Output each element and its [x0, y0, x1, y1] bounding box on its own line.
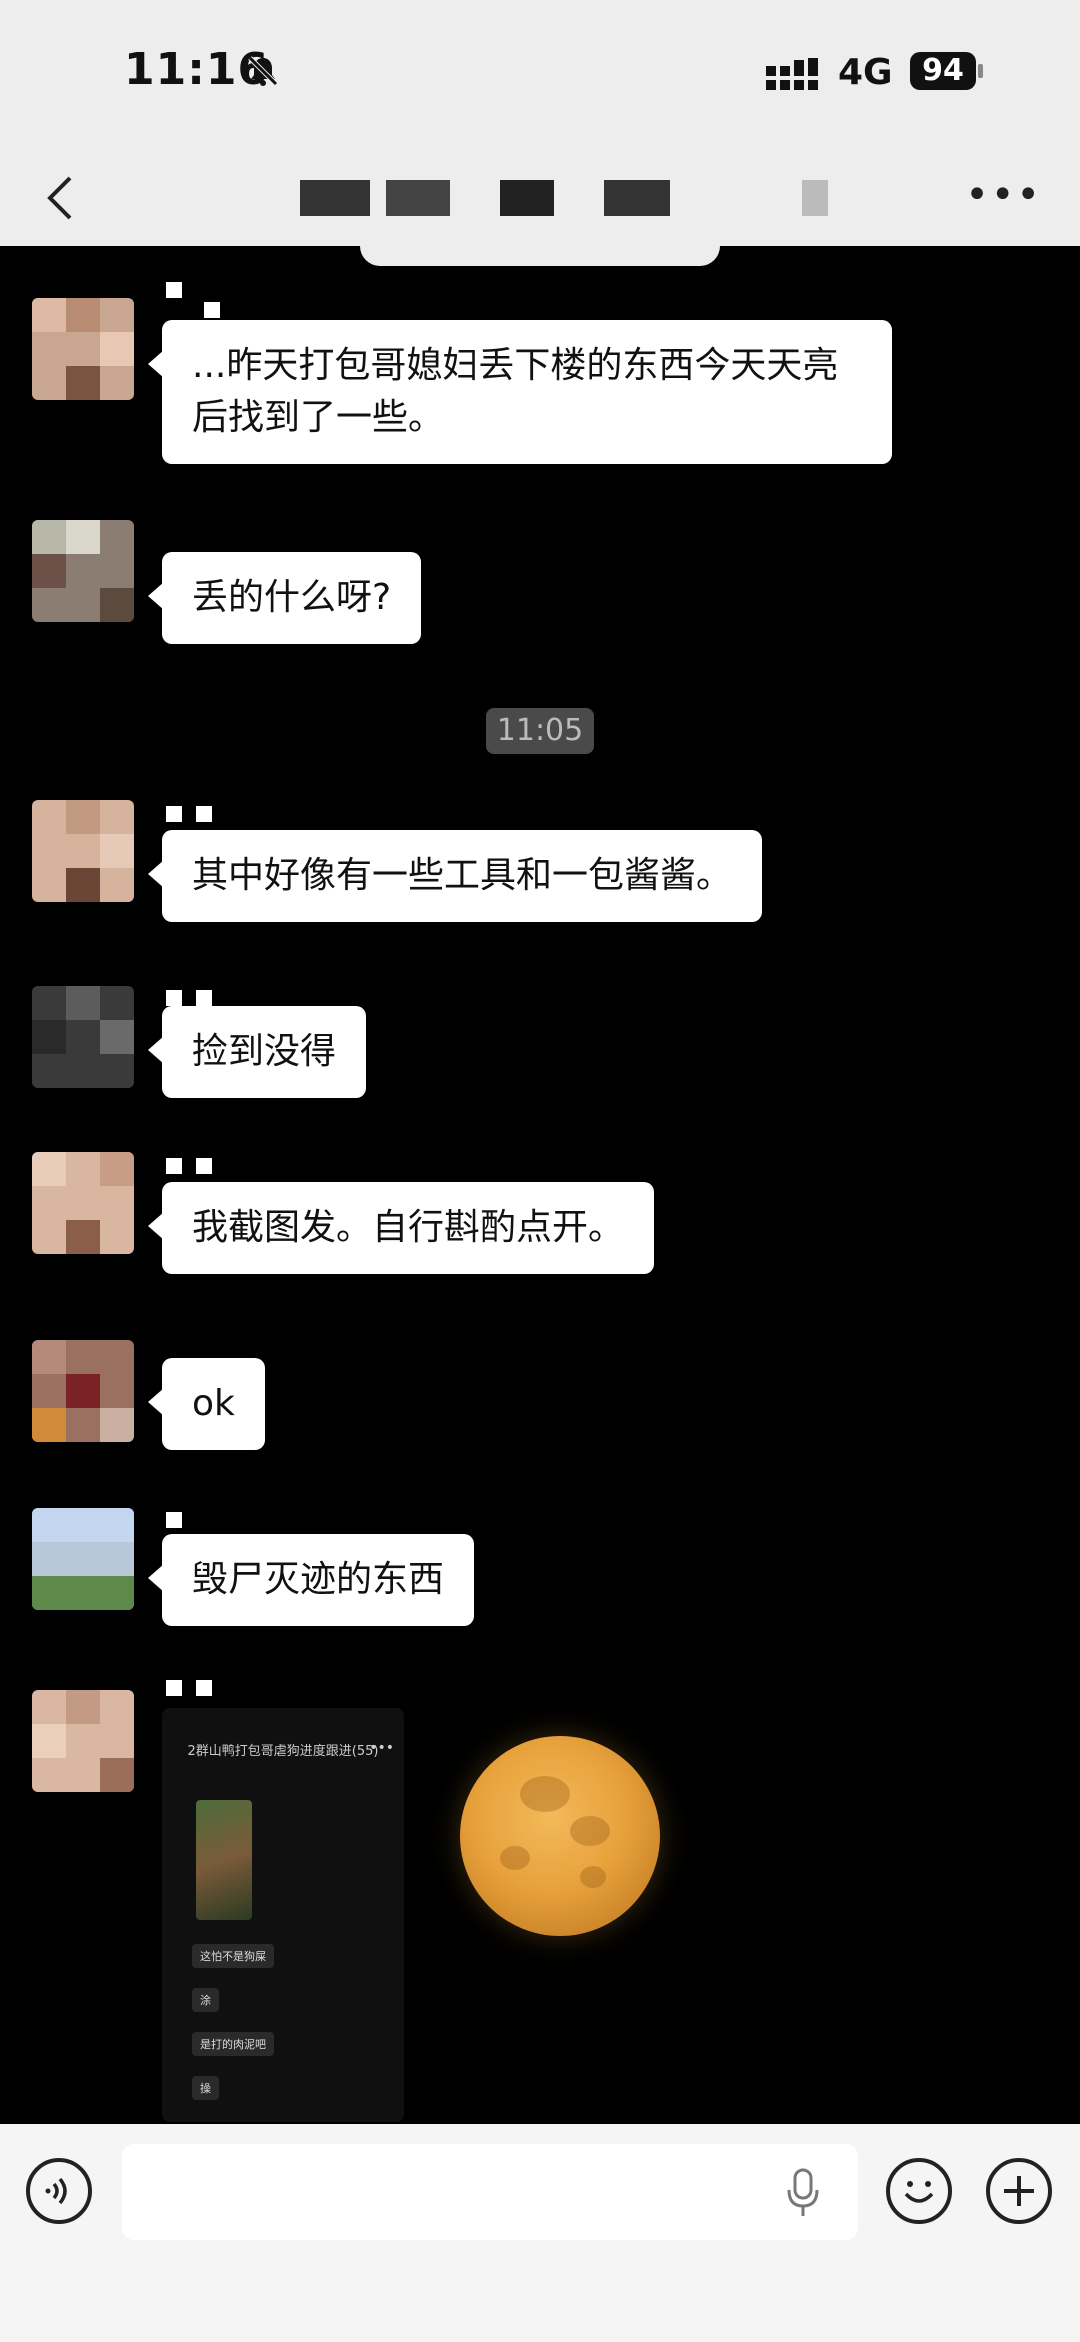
chat-title-redacted: [500, 180, 554, 216]
message-bubble[interactable]: 我截图发。自行斟酌点开。: [147, 1182, 655, 1274]
image-text-line: 操: [192, 2076, 219, 2100]
message-bubble[interactable]: 其中好像有一些工具和一包酱酱。: [147, 830, 763, 922]
more-icon[interactable]: •••: [965, 172, 1042, 218]
sender-nickname-redacted: [166, 990, 226, 1006]
avatar[interactable]: [32, 1152, 134, 1254]
battery-level: 94: [910, 52, 976, 90]
voice-icon[interactable]: [26, 2158, 92, 2224]
message-bubble[interactable]: ...昨天打包哥媳妇丢下楼的东西今天天亮后找到了一些。: [148, 320, 892, 464]
avatar[interactable]: [32, 520, 134, 622]
image-header-text: 2群山鸭打包哥虐狗进度跟进(55): [187, 1744, 379, 1759]
avatar[interactable]: [32, 298, 134, 400]
image-text-line: 这怕不是狗屎: [192, 1944, 274, 1968]
message-bubble[interactable]: 丢的什么呀?: [147, 552, 422, 644]
more-icon: •••: [369, 1740, 394, 1756]
status-bar: 11:16 4G 94: [0, 0, 1080, 150]
sender-nickname-redacted: [166, 1680, 226, 1696]
image-text-line: 是打的肉泥吧: [192, 2032, 274, 2056]
input-bar: [0, 2124, 1080, 2342]
message-timestamp: 11:05: [486, 708, 594, 754]
image-text-line: 涂: [192, 1988, 219, 2012]
chat-title-redacted: [604, 180, 670, 216]
chat-title-redacted: [386, 180, 450, 216]
battery-tip: [978, 64, 983, 78]
header-notch: [360, 246, 720, 266]
sender-nickname-redacted: [166, 1158, 226, 1174]
message-bubble[interactable]: ok: [148, 1358, 265, 1450]
image-message[interactable]: 2群山鸭打包哥虐狗进度跟进(55) ••• 这怕不是狗屎 涂 是打的肉泥吧 操: [162, 1708, 404, 2122]
chat-title-redacted: [300, 180, 370, 216]
network-type: 4G: [838, 52, 893, 93]
avatar[interactable]: [32, 1340, 134, 1442]
avatar[interactable]: [32, 986, 134, 1088]
message-bubble[interactable]: 毁尸灭迹的东西: [147, 1534, 475, 1626]
chat-header: •••: [0, 150, 1080, 246]
mute-bell-icon: [248, 56, 278, 86]
plus-icon[interactable]: [986, 2158, 1052, 2224]
avatar[interactable]: [32, 800, 134, 902]
emoji-icon[interactable]: [886, 2158, 952, 2224]
chevron-left-icon[interactable]: [38, 170, 88, 226]
sender-nickname-redacted: [166, 282, 226, 318]
image-thumbnail: [196, 1800, 252, 1920]
message-input[interactable]: [122, 2144, 858, 2240]
avatar[interactable]: [32, 1508, 134, 1610]
moon-background: [460, 1736, 660, 1936]
sender-nickname-redacted: [166, 1512, 226, 1528]
message-bubble[interactable]: 捡到没得: [147, 1006, 367, 1098]
signal-icon: [766, 58, 818, 90]
avatar[interactable]: [32, 1690, 134, 1792]
chat-title-redacted: [802, 180, 828, 216]
mic-icon[interactable]: [786, 2168, 820, 2218]
sender-nickname-redacted: [166, 806, 226, 822]
